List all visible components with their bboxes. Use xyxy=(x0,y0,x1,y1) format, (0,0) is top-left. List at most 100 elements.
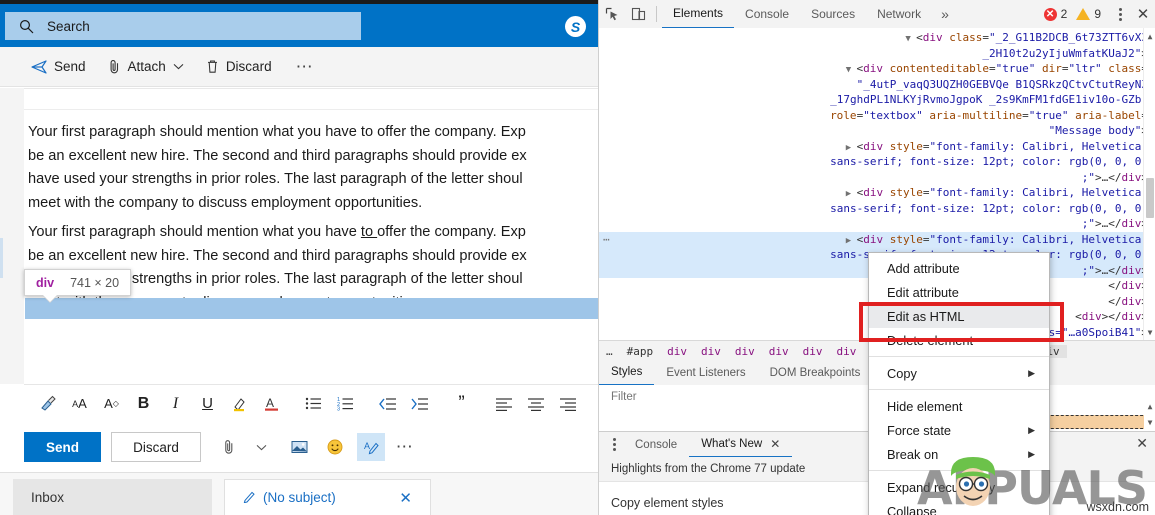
svg-text:A: A xyxy=(266,396,274,410)
more-commands-button[interactable]: ⋯ xyxy=(296,57,315,77)
search-input[interactable]: Search xyxy=(5,12,361,40)
context-menu-item[interactable]: Copy ▶ xyxy=(869,361,1049,385)
context-menu-item[interactable]: Hide element xyxy=(869,394,1049,418)
dom-tree-line[interactable]: ▶ <div style="font-family: Calibri, Helv… xyxy=(599,185,1155,201)
breadcrumb-item[interactable]: div xyxy=(796,345,830,358)
chevron-down-icon[interactable] xyxy=(247,433,275,461)
dom-tree-line[interactable]: ▼ <div class="_2_G11B2DCB_6t73ZTT6vX3 xyxy=(599,30,1155,46)
italic-icon[interactable]: I xyxy=(161,389,190,418)
breadcrumb-item[interactable]: div xyxy=(694,345,728,358)
tab-elements[interactable]: Elements xyxy=(662,0,735,29)
dom-tree-line[interactable]: "Message body"> xyxy=(599,123,1155,139)
drawer-tab-console[interactable]: Console xyxy=(623,433,689,457)
dom-tree-line[interactable]: "_4utP_vaqQ3UQZH0GEBVQe B1QSRkzQCtvCtutR… xyxy=(599,77,1155,93)
scroll-up-icon[interactable]: ▲ xyxy=(1145,30,1155,42)
dom-token-punct: ></ xyxy=(1101,310,1122,323)
increase-indent-icon[interactable] xyxy=(405,389,434,418)
tab-compose[interactable]: (No subject) ✕ xyxy=(224,479,431,515)
message-body-area[interactable]: Your first paragraph should mention what… xyxy=(24,88,598,385)
error-count: 2 xyxy=(1060,7,1068,21)
bold-icon[interactable]: B xyxy=(129,389,158,418)
discard-command[interactable]: Discard xyxy=(206,59,272,74)
more-tools-icon[interactable] xyxy=(1110,7,1130,21)
issue-counters[interactable]: ✕ 2 9 xyxy=(1043,7,1106,21)
disclosure-triangle-icon[interactable]: ▼ xyxy=(846,65,857,75)
align-left-icon[interactable] xyxy=(489,389,518,418)
toolbar-divider xyxy=(656,6,657,22)
align-right-icon[interactable] xyxy=(553,389,582,418)
paperclip-icon[interactable] xyxy=(215,433,243,461)
scroll-up-icon[interactable]: ▲ xyxy=(1145,400,1155,412)
disclosure-triangle-icon[interactable]: ▶ xyxy=(846,236,857,246)
more-panels-button[interactable]: » xyxy=(932,6,958,22)
context-menu-item[interactable]: Add attribute xyxy=(869,256,1049,280)
dom-tree-line[interactable]: sans-serif; font-size: 12pt; color: rgb(… xyxy=(599,154,1155,170)
paragraph2-pre: Your first paragraph should mention what… xyxy=(28,224,361,240)
breadcrumb-item[interactable]: div xyxy=(830,345,864,358)
context-menu-item[interactable]: Force state ▶ xyxy=(869,418,1049,442)
highlight-icon[interactable] xyxy=(225,389,254,418)
dom-tree-line[interactable]: _2H10t2u2yIjuWmfatKUaJ2"> xyxy=(599,46,1155,62)
quote-icon[interactable]: ” xyxy=(447,389,476,418)
breadcrumb-item[interactable]: div xyxy=(762,345,796,358)
breadcrumb-item[interactable]: … xyxy=(599,345,620,358)
send-command[interactable]: Send xyxy=(31,59,86,74)
dom-tree-scrollbar[interactable]: ▲ ▼ xyxy=(1143,28,1155,340)
disclosure-triangle-icon[interactable]: ▶ xyxy=(846,189,857,199)
context-menu-item[interactable]: Delete element xyxy=(869,328,1049,352)
disclosure-triangle-icon[interactable]: ▼ xyxy=(905,34,916,44)
breadcrumb-item[interactable]: div xyxy=(660,345,694,358)
send-button[interactable]: Send xyxy=(24,432,101,462)
font-color-icon[interactable]: A xyxy=(257,389,286,418)
tab-dom-breakpoints[interactable]: DOM Breakpoints xyxy=(758,362,873,385)
close-icon[interactable]: ✕ xyxy=(399,489,412,507)
dom-tree-line[interactable]: _17ghdPL1NLKYjRvmoJgpoK _2s9KmFM1fdGE1iv… xyxy=(599,92,1155,108)
dom-tree-line[interactable]: ▼ <div contenteditable="true" dir="ltr" … xyxy=(599,61,1155,77)
dom-tree-line[interactable]: ▶ <div style="font-family: Calibri, Helv… xyxy=(599,139,1155,155)
tab-event-listeners[interactable]: Event Listeners xyxy=(654,362,757,385)
tab-network[interactable]: Network xyxy=(866,1,932,28)
dom-tree-line[interactable]: sans-serif; font-size: 12pt; color: rgb(… xyxy=(599,201,1155,217)
decrease-indent-icon[interactable] xyxy=(373,389,402,418)
drawer-more-icon[interactable] xyxy=(605,438,623,451)
more-options-icon[interactable]: ⋯ xyxy=(391,433,419,461)
font-size-grow-icon[interactable]: AA xyxy=(65,389,94,418)
tab-inbox[interactable]: Inbox xyxy=(13,479,212,515)
scroll-down-icon[interactable]: ▼ xyxy=(1145,326,1155,338)
dom-tree-line[interactable]: role="textbox" aria-multiline="true" ari… xyxy=(599,108,1155,124)
signature-icon[interactable]: A xyxy=(357,433,385,461)
dom-tree-line[interactable]: ;">…</div> xyxy=(599,170,1155,186)
device-toolbar-icon[interactable] xyxy=(625,1,651,27)
close-icon[interactable]: ✕ xyxy=(770,437,780,451)
drawer-tab-whats-new[interactable]: What's New ✕ xyxy=(689,432,793,458)
tab-styles[interactable]: Styles xyxy=(599,361,655,386)
align-center-icon[interactable] xyxy=(521,389,550,418)
insert-picture-icon[interactable] xyxy=(285,433,313,461)
disclosure-triangle-icon[interactable]: ▶ xyxy=(846,143,857,153)
styles-filter-input[interactable] xyxy=(609,390,863,404)
font-size-shrink-icon[interactable]: A ◇ xyxy=(97,389,126,418)
skype-badge[interactable]: S xyxy=(565,16,586,37)
tab-sources[interactable]: Sources xyxy=(800,1,866,28)
dom-tree-line[interactable]: ⋯ ▶ <div style="font-family: Calibri, Hel… xyxy=(599,231,1155,247)
scroll-down-icon[interactable]: ▼ xyxy=(1145,416,1155,428)
underline-icon[interactable]: U xyxy=(193,389,222,418)
discard-button[interactable]: Discard xyxy=(111,432,201,462)
drawer-close-icon[interactable]: ✕ xyxy=(1136,435,1148,452)
numbered-list-icon[interactable]: 123 xyxy=(331,389,360,418)
breadcrumb-item[interactable]: div xyxy=(728,345,762,358)
scrollbar-thumb[interactable] xyxy=(1146,178,1154,218)
bulleted-list-icon[interactable] xyxy=(299,389,328,418)
close-icon[interactable]: ✕ xyxy=(1130,1,1155,27)
attach-command[interactable]: Attach xyxy=(108,59,184,74)
dom-tree-line[interactable]: ;">…</div> xyxy=(599,216,1155,232)
context-menu-item[interactable]: Edit as HTML xyxy=(869,304,1049,328)
inspect-element-icon[interactable] xyxy=(599,1,625,27)
tab-console[interactable]: Console xyxy=(734,1,800,28)
context-menu-item[interactable]: Edit attribute xyxy=(869,280,1049,304)
format-painter-icon[interactable] xyxy=(33,389,62,418)
emoji-icon[interactable] xyxy=(321,433,349,461)
breadcrumb-item[interactable]: #app xyxy=(620,345,661,358)
inspector-tooltip-tag: div xyxy=(36,275,55,290)
dom-token-punct: >…</ xyxy=(1095,170,1122,184)
